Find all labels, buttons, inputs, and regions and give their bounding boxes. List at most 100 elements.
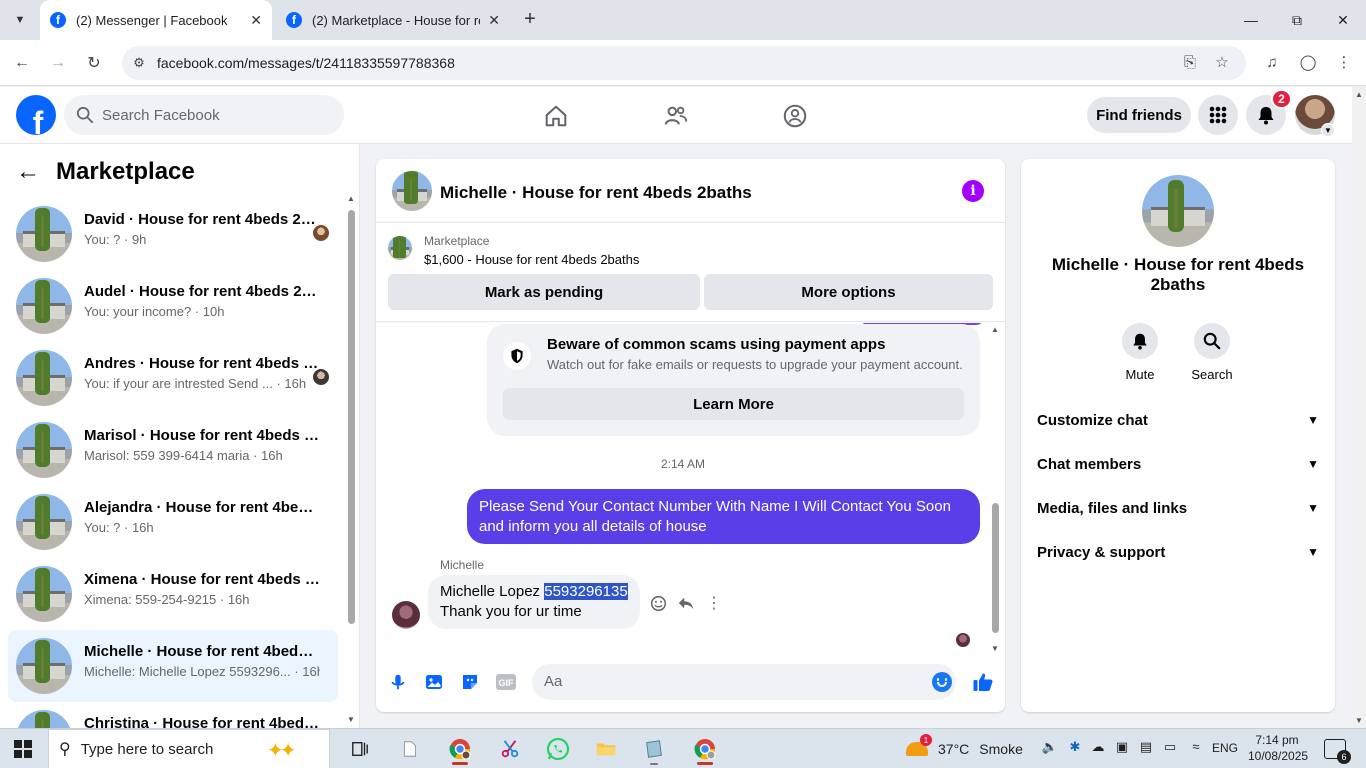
site-info-icon[interactable]: ⚙	[130, 54, 148, 72]
wifi-icon[interactable]: ≈	[1187, 739, 1205, 754]
account-chevron-icon[interactable]: ▼	[1321, 123, 1335, 137]
windows-start-button[interactable]	[14, 740, 32, 758]
browser-tab-messenger[interactable]: f (2) Messenger | Facebook ✕	[40, 0, 272, 40]
url-text[interactable]: facebook.com/messages/t/2411833559778836…	[157, 55, 455, 71]
outgoing-message-bubble[interactable]: Please Send Your Contact Number With Nam…	[467, 489, 980, 544]
taskbar-snipping-tool[interactable]	[492, 733, 528, 765]
close-tab-icon[interactable]: ✕	[250, 12, 262, 29]
selected-phone-number[interactable]: 5593296135	[544, 583, 628, 600]
mark-as-pending-button[interactable]: Mark as pending	[388, 274, 700, 310]
system-clock[interactable]: 7:14 pm 10/08/2025	[1248, 732, 1308, 764]
reply-button[interactable]	[676, 593, 696, 613]
search-in-conversation-button[interactable]	[1194, 323, 1230, 359]
emoji-picker-icon[interactable]	[932, 672, 952, 692]
facebook-search[interactable]	[64, 95, 344, 135]
sticker-button[interactable]	[459, 671, 481, 693]
media-controls-icon[interactable]: ♫	[1260, 51, 1284, 75]
scroll-down-arrow-icon[interactable]: ▼	[347, 715, 355, 724]
incoming-message-bubble[interactable]: Michelle Lopez 5593296135 Thank you for …	[428, 575, 640, 629]
conversation-item-alejandra[interactable]: Alejandra · House for rent 4beds 2baths …	[8, 486, 338, 558]
address-bar[interactable]: ⚙ facebook.com/messages/t/24118335597788…	[122, 46, 1246, 80]
sender-avatar[interactable]	[392, 601, 420, 629]
forward-button[interactable]: →	[46, 51, 70, 75]
weather-widget[interactable]: 1 37°C Smoke	[906, 734, 1023, 761]
new-tab-button[interactable]: +	[518, 8, 542, 32]
attach-photo-button[interactable]	[423, 671, 445, 693]
back-button[interactable]: ←	[10, 51, 34, 75]
taskbar-file-explorer[interactable]	[588, 733, 624, 765]
react-button[interactable]	[648, 593, 668, 613]
gif-button[interactable]: GIF	[495, 671, 517, 693]
install-app-icon[interactable]: ⎘	[1180, 53, 1200, 73]
tab-search-button[interactable]: ▼	[6, 7, 34, 33]
conversation-item-michelle[interactable]: Michelle · House for rent 4beds 2baths M…	[8, 630, 338, 702]
friends-nav-button[interactable]	[661, 101, 691, 131]
volume-icon[interactable]: 🔈	[1041, 739, 1059, 755]
browser-tab-marketplace[interactable]: f (2) Marketplace - House for ren ✕	[276, 0, 510, 40]
close-tab-icon[interactable]: ✕	[488, 12, 500, 29]
groups-nav-button[interactable]	[780, 101, 810, 131]
find-friends-button[interactable]: Find friends	[1087, 97, 1191, 133]
facebook-logo[interactable]: f	[16, 95, 56, 135]
message-input[interactable]	[544, 673, 904, 690]
scroll-up-arrow-icon[interactable]: ▲	[347, 194, 355, 203]
customize-chat-section[interactable]: Customize chat ▼	[1029, 398, 1327, 442]
task-view-button[interactable]	[342, 733, 378, 765]
privacy-support-section[interactable]: Privacy & support ▼	[1029, 530, 1327, 574]
minimize-window-button[interactable]: —	[1228, 0, 1274, 40]
taskbar-search-input[interactable]	[80, 740, 251, 758]
send-like-button[interactable]	[972, 671, 994, 693]
cloud-offline-icon[interactable]: ☁	[1089, 739, 1107, 755]
mute-button[interactable]	[1122, 323, 1158, 359]
notification-center-button[interactable]: 6	[1324, 739, 1351, 764]
facebook-search-input[interactable]	[102, 106, 322, 124]
sidebar-scrollbar[interactable]: ▲ ▼	[345, 194, 357, 724]
taskbar-chrome[interactable]	[687, 733, 723, 765]
taskbar-whatsapp[interactable]	[540, 733, 576, 765]
bookmark-star-icon[interactable]: ☆	[1212, 53, 1232, 73]
profile-icon[interactable]: ◯	[1296, 51, 1320, 75]
home-nav-button[interactable]	[541, 101, 571, 131]
browser-menu-icon[interactable]: ⋮	[1332, 51, 1356, 75]
chat-listing-thumbnail[interactable]	[392, 171, 432, 211]
chat-title[interactable]: Michelle · House for rent 4beds 2baths	[440, 183, 752, 203]
conversation-item-david[interactable]: David · House for rent 4beds 2baths You:…	[8, 198, 338, 270]
taskbar-app-window[interactable]	[636, 733, 672, 765]
restore-window-button[interactable]: ⧉	[1274, 0, 1320, 40]
reload-button[interactable]: ↻	[82, 51, 106, 75]
scrollbar-thumb[interactable]	[992, 503, 999, 633]
scroll-down-arrow-icon[interactable]: ▼	[991, 644, 999, 653]
listing-thumbnail-small[interactable]	[388, 236, 412, 260]
search-action[interactable]: Search	[1182, 323, 1242, 382]
menu-button[interactable]	[1198, 95, 1238, 135]
close-window-button[interactable]: ✕	[1320, 0, 1366, 40]
voice-clip-button[interactable]	[387, 671, 409, 693]
taskbar-search[interactable]: ⚲ ✦✦	[48, 729, 330, 768]
conversation-item-ximena[interactable]: Ximena · House for rent 4beds 2baths Xim…	[8, 558, 338, 630]
info-icon[interactable]: i	[962, 180, 984, 202]
bluetooth-icon[interactable]: ✱	[1066, 739, 1084, 755]
taskbar-file-app[interactable]	[392, 733, 428, 765]
conversation-item-andres[interactable]: Andres · House for rent 4beds 2baths You…	[8, 342, 338, 414]
camera-icon[interactable]: ▣	[1113, 739, 1131, 755]
messages-scrollbar[interactable]: ▲ ▼	[989, 325, 1001, 653]
learn-more-button[interactable]: Learn More	[503, 388, 964, 420]
conversation-item-christina[interactable]: Christina · House for rent 4beds 2baths	[8, 702, 338, 728]
scroll-up-arrow-icon[interactable]: ▲	[1355, 90, 1363, 99]
conversation-item-marisol[interactable]: Marisol · House for rent 4beds 2baths Ma…	[8, 414, 338, 486]
listing-price-title[interactable]: $1,600 - House for rent 4beds 2baths	[424, 252, 639, 267]
more-actions-button[interactable]: ⋮	[704, 593, 724, 613]
scroll-up-arrow-icon[interactable]: ▲	[991, 325, 999, 334]
battery-icon[interactable]: ▭	[1161, 739, 1179, 755]
taskbar-chrome-profile[interactable]	[442, 733, 478, 765]
conversation-item-audel[interactable]: Audel · House for rent 4beds 2baths You:…	[8, 270, 338, 342]
chat-members-section[interactable]: Chat members ▼	[1029, 442, 1327, 486]
scroll-down-arrow-icon[interactable]: ▼	[1355, 716, 1363, 725]
input-language[interactable]: ENG	[1212, 741, 1238, 755]
details-listing-thumbnail[interactable]	[1142, 175, 1214, 247]
scrollbar-thumb[interactable]	[348, 210, 355, 624]
back-arrow-icon[interactable]: ←	[16, 158, 40, 186]
display-icon[interactable]: ▤	[1137, 739, 1155, 755]
page-scrollbar[interactable]: ▲ ▼	[1352, 87, 1366, 728]
mute-action[interactable]: Mute	[1110, 323, 1170, 382]
